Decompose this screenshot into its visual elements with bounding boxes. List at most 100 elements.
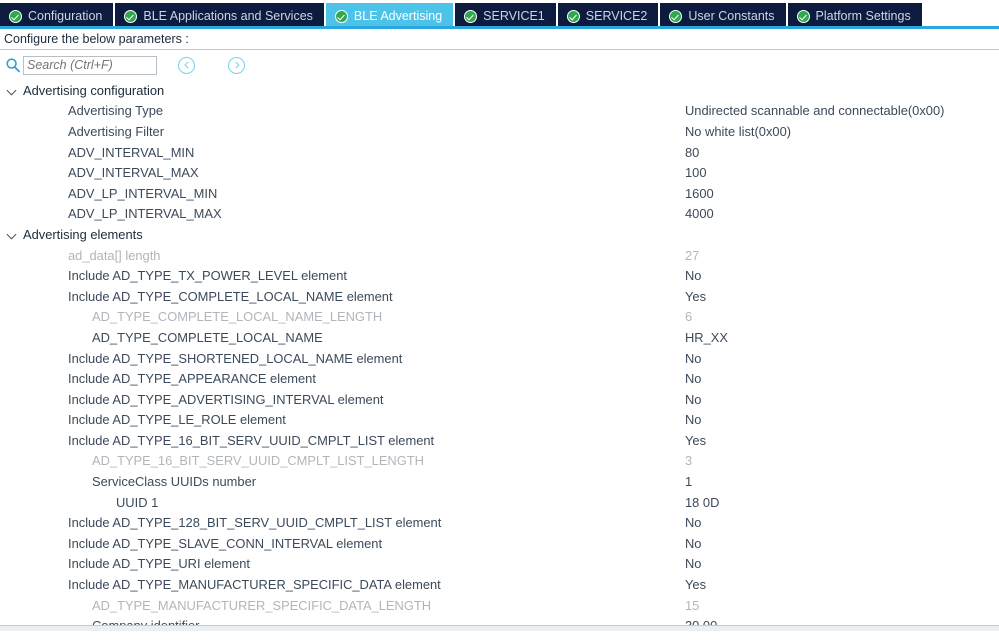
tree-row-value[interactable]: Yes — [685, 289, 706, 304]
tab-service2[interactable]: SERVICE2 — [557, 3, 661, 29]
tab-ble-applications-and-services[interactable]: BLE Applications and Services — [115, 3, 326, 29]
check-circle-icon — [464, 9, 478, 23]
tree-row[interactable]: Include AD_TYPE_ADVERTISING_INTERVAL ele… — [0, 389, 999, 410]
tree-row-label: ADV_LP_INTERVAL_MIN — [68, 185, 218, 201]
tree-row[interactable]: Include AD_TYPE_MANUFACTURER_SPECIFIC_DA… — [0, 574, 999, 595]
tree-row-value[interactable]: 80 — [685, 145, 699, 160]
search-icon — [5, 57, 21, 73]
tree-row-label: Include AD_TYPE_SLAVE_CONN_INTERVAL elem… — [68, 535, 383, 551]
check-circle-icon — [796, 9, 810, 23]
tree-row-label: Include AD_TYPE_COMPLETE_LOCAL_NAME elem… — [68, 288, 393, 304]
tree-row[interactable]: ADV_INTERVAL_MIN 80 — [0, 142, 999, 163]
tree-row-label: ADV_INTERVAL_MAX — [68, 165, 199, 181]
tree-row[interactable]: Include AD_TYPE_TX_POWER_LEVEL element No — [0, 265, 999, 286]
tree-row[interactable]: Include AD_TYPE_URI element No — [0, 554, 999, 575]
check-circle-icon — [124, 9, 138, 23]
chevron-right-circle-icon[interactable] — [228, 56, 245, 74]
tree-row[interactable]: Include AD_TYPE_LE_ROLE element No — [0, 410, 999, 431]
tree-row-value[interactable]: 1 — [685, 474, 692, 489]
tree-row-label: AD_TYPE_16_BIT_SERV_UUID_CMPLT_LIST_LENG… — [92, 453, 424, 469]
bottom-divider — [0, 625, 999, 631]
tree-row-value[interactable]: No — [685, 515, 701, 530]
tree-row-label: Advertising Type — [68, 103, 164, 119]
tree-row-label: Include AD_TYPE_APPEARANCE element — [68, 371, 316, 387]
tree-row[interactable]: ADV_LP_INTERVAL_MIN 1600 — [0, 183, 999, 204]
tree-row[interactable]: ADV_LP_INTERVAL_MAX 4000 — [0, 204, 999, 225]
tree-row-value[interactable]: 18 0D — [685, 495, 719, 510]
parameter-tree[interactable]: Advertising configuration Advertising Typ… — [0, 80, 999, 631]
chevron-down-icon[interactable] — [6, 84, 19, 97]
tree-row-value[interactable]: 3 — [685, 453, 692, 468]
tree-row-label: Include AD_TYPE_128_BIT_SERV_UUID_CMPLT_… — [68, 515, 442, 531]
tab-label: BLE Applications and Services — [143, 9, 313, 23]
tree-row-value[interactable]: Yes — [685, 433, 706, 448]
tree-row-label: ad_data[] length — [68, 247, 161, 263]
tree-row[interactable]: Include AD_TYPE_16_BIT_SERV_UUID_CMPLT_L… — [0, 430, 999, 451]
tree-row-value[interactable]: Undirected scannable and connectable(0x0… — [685, 103, 944, 118]
tree-row-label: ServiceClass UUIDs number — [92, 474, 257, 490]
tree-group-row[interactable]: Advertising elements — [0, 224, 999, 245]
tree-row[interactable]: Include AD_TYPE_SLAVE_CONN_INTERVAL elem… — [0, 533, 999, 554]
chevron-left-circle-icon[interactable] — [178, 56, 195, 74]
instruction-bar: Configure the below parameters : — [0, 29, 999, 50]
tree-row[interactable]: AD_TYPE_MANUFACTURER_SPECIFIC_DATA_LENGT… — [0, 595, 999, 616]
tree-row-value[interactable]: No — [685, 536, 701, 551]
tree-row[interactable]: UUID 1 18 0D — [0, 492, 999, 513]
tab-strip: Configuration BLE Applications and Servic… — [0, 0, 999, 29]
tree-group-row[interactable]: Advertising configuration — [0, 80, 999, 101]
tree-row-label: AD_TYPE_COMPLETE_LOCAL_NAME — [92, 329, 323, 345]
tree-row-value[interactable]: 100 — [685, 165, 707, 180]
tab-ble-advertising[interactable]: BLE Advertising — [325, 3, 456, 29]
tree-row-value[interactable]: No — [685, 556, 701, 571]
tab-label: BLE Advertising — [353, 9, 443, 23]
tab-label: SERVICE2 — [585, 9, 648, 23]
tree-row-label: Include AD_TYPE_MANUFACTURER_SPECIFIC_DA… — [68, 577, 441, 593]
tab-service1[interactable]: SERVICE1 — [455, 3, 558, 29]
tree-row[interactable]: Include AD_TYPE_COMPLETE_LOCAL_NAME elem… — [0, 286, 999, 307]
tree-row[interactable]: Advertising Filter No white list(0x00) — [0, 121, 999, 142]
tree-row-value[interactable]: 6 — [685, 309, 692, 324]
tree-row-value[interactable]: 27 — [685, 248, 699, 263]
tree-row-label: AD_TYPE_MANUFACTURER_SPECIFIC_DATA_LENGT… — [92, 597, 432, 613]
tree-row-label: Include AD_TYPE_SHORTENED_LOCAL_NAME ele… — [68, 350, 403, 366]
tree-row-label: Include AD_TYPE_TX_POWER_LEVEL element — [68, 268, 347, 284]
chevron-down-icon[interactable] — [6, 228, 19, 241]
tab-user-constants[interactable]: User Constants — [660, 3, 788, 29]
tree-row-value[interactable]: 1600 — [685, 186, 714, 201]
tree-row-value[interactable]: No — [685, 412, 701, 427]
check-circle-icon — [566, 9, 580, 23]
tree-row[interactable]: Include AD_TYPE_APPEARANCE element No — [0, 368, 999, 389]
tree-row[interactable]: ad_data[] length 27 — [0, 245, 999, 266]
check-circle-icon — [669, 9, 683, 23]
tab-configuration[interactable]: Configuration — [0, 3, 116, 29]
tree-row-value[interactable]: No — [685, 392, 701, 407]
tab-label: Platform Settings — [815, 9, 911, 23]
tree-row-value[interactable]: 15 — [685, 598, 699, 613]
tree-row-label: ADV_LP_INTERVAL_MAX — [68, 206, 222, 222]
tree-row-value[interactable]: No white list(0x00) — [685, 124, 791, 139]
tab-platform-settings[interactable]: Platform Settings — [787, 3, 924, 29]
tree-row-label: AD_TYPE_COMPLETE_LOCAL_NAME_LENGTH — [92, 309, 383, 325]
tree-row[interactable]: Include AD_TYPE_128_BIT_SERV_UUID_CMPLT_… — [0, 512, 999, 533]
check-circle-icon — [9, 9, 22, 23]
tree-row-label: Include AD_TYPE_ADVERTISING_INTERVAL ele… — [68, 391, 384, 407]
tree-row[interactable]: Include AD_TYPE_SHORTENED_LOCAL_NAME ele… — [0, 348, 999, 369]
search-input[interactable] — [23, 55, 157, 75]
tree-row[interactable]: ServiceClass UUIDs number 1 — [0, 471, 999, 492]
tree-row[interactable]: ADV_INTERVAL_MAX 100 — [0, 162, 999, 183]
tree-row-value[interactable]: No — [685, 351, 701, 366]
tree-row-label: ADV_INTERVAL_MIN — [68, 144, 195, 160]
tree-row-value[interactable]: No — [685, 371, 701, 386]
tree-row[interactable]: AD_TYPE_16_BIT_SERV_UUID_CMPLT_LIST_LENG… — [0, 451, 999, 472]
tree-row-label: Include AD_TYPE_LE_ROLE element — [68, 412, 286, 428]
tree-row-value[interactable]: Yes — [685, 577, 706, 592]
tree-row[interactable]: AD_TYPE_COMPLETE_LOCAL_NAME_LENGTH 6 — [0, 307, 999, 328]
tree-row-value[interactable]: No — [685, 268, 701, 283]
tree-row-label: Include AD_TYPE_16_BIT_SERV_UUID_CMPLT_L… — [68, 432, 435, 448]
tree-row-value[interactable]: 4000 — [685, 206, 714, 221]
tab-label: SERVICE1 — [483, 9, 545, 23]
tree-row-label: UUID 1 — [116, 494, 159, 510]
tree-row[interactable]: Advertising Type Undirected scannable and… — [0, 101, 999, 122]
tree-row[interactable]: AD_TYPE_COMPLETE_LOCAL_NAME HR_XX — [0, 327, 999, 348]
tree-row-value[interactable]: HR_XX — [685, 330, 728, 345]
